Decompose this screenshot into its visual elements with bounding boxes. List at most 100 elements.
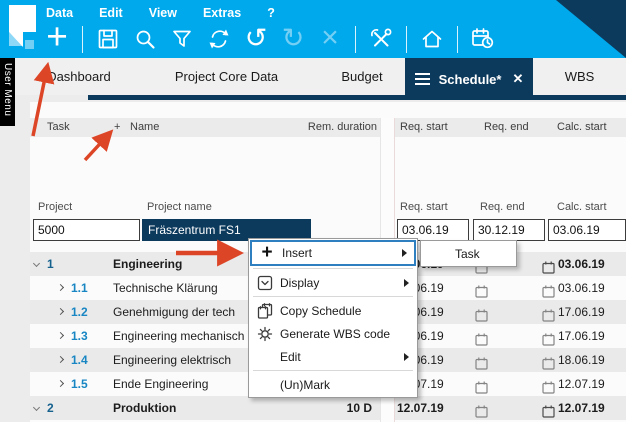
column-header-req-end[interactable]: Req. end xyxy=(484,118,529,137)
tab-project-core-data[interactable]: Project Core Data xyxy=(134,58,319,95)
task-name: Engineering elektrisch xyxy=(113,348,231,372)
tab-underline xyxy=(88,95,626,100)
menu-item-label: Insert xyxy=(282,246,312,260)
task-number: 1.1 xyxy=(71,276,88,300)
task-number: 2 xyxy=(47,396,54,420)
plus-icon: + xyxy=(252,245,282,261)
menu-item-display[interactable]: Display xyxy=(250,271,416,294)
submenu-arrow-icon xyxy=(402,249,407,257)
column-header-task[interactable]: Task xyxy=(47,118,70,137)
label-req-start: Req. start xyxy=(400,201,448,213)
combobox-icon xyxy=(250,275,280,291)
label-project: Project xyxy=(38,201,72,213)
tools-icon[interactable] xyxy=(366,22,396,56)
tab-schedule[interactable]: Schedule* ✕ xyxy=(405,58,533,100)
task-number: 1 xyxy=(47,252,54,276)
menu-item-label: Display xyxy=(280,276,319,290)
close-icon: × xyxy=(315,22,345,56)
task-calc-start: 12.07.19 xyxy=(558,396,605,420)
menu-item-copy-schedule[interactable]: Copy Schedule xyxy=(250,299,416,322)
tab-dashboard[interactable]: Dashboard xyxy=(24,58,134,95)
undo-icon[interactable]: ↺ xyxy=(241,22,271,56)
filter-icon[interactable] xyxy=(167,22,197,56)
toolbar-separator xyxy=(355,26,356,53)
project-calc-start-cell[interactable]: 03.06.19 xyxy=(548,219,626,241)
menu-item-label: Generate WBS code xyxy=(280,327,390,341)
insert-column-plus[interactable]: + xyxy=(114,118,120,137)
submenu-item-task[interactable]: Task xyxy=(455,247,480,261)
tab-label: Schedule* xyxy=(439,72,502,87)
task-calc-start: 17.06.19 xyxy=(558,324,605,348)
row-left-band xyxy=(30,396,380,420)
menu-item-label: Copy Schedule xyxy=(280,304,361,318)
calendar-icon[interactable] xyxy=(475,402,488,422)
column-header-name[interactable]: Name xyxy=(130,118,159,137)
hamburger-icon[interactable] xyxy=(415,70,430,88)
menu-item-edit[interactable]: Edit xyxy=(250,345,416,368)
corner-decoration xyxy=(556,0,626,58)
label-calc-start: Calc. start xyxy=(557,201,607,213)
task-number: 1.5 xyxy=(71,372,88,396)
task-calc-start: 18.06.19 xyxy=(558,348,605,372)
home-icon[interactable] xyxy=(417,22,447,56)
task-name: Produktion xyxy=(113,396,176,420)
application-window: DataEditViewExtras? +↺↻× DashboardProjec… xyxy=(0,0,626,422)
task-name: Ende Engineering xyxy=(113,372,208,396)
menu-separator xyxy=(253,296,413,297)
task-number: 1.3 xyxy=(71,324,88,348)
task-name: Technische Klärung xyxy=(113,276,218,300)
submenu-arrow-icon xyxy=(404,279,409,287)
task-calc-start: 17.06.19 xyxy=(558,300,605,324)
redo-icon: ↻ xyxy=(278,22,308,56)
task-number: 1.4 xyxy=(71,348,88,372)
column-header-rem-duration[interactable]: Rem. duration xyxy=(308,118,377,137)
task-number: 1.2 xyxy=(71,300,88,324)
tab-bar: Dashboard Project Core Data Budget Schedule… xyxy=(0,58,626,95)
add-icon[interactable]: + xyxy=(42,22,72,56)
tab-label: WBS xyxy=(565,69,595,84)
task-calc-start: 03.06.19 xyxy=(558,252,605,276)
toolbar-separator xyxy=(406,26,407,53)
label-req-end: Req. end xyxy=(480,201,525,213)
task-row-2[interactable]: 2 Produktion 10 D 12.07.19 12.07.19 xyxy=(30,396,626,420)
toolbar-separator xyxy=(457,26,458,53)
column-header-row: Task + Name Rem. duration Req. start Req… xyxy=(30,118,626,137)
context-menu: +Insert Display Copy Schedule Generate WBS … xyxy=(248,238,418,398)
gear-icon xyxy=(250,326,280,342)
task-name: Engineering mechanisch xyxy=(113,324,244,348)
refresh-icon[interactable] xyxy=(204,22,234,56)
calendar-clock-icon[interactable] xyxy=(468,22,498,56)
tab-wbs[interactable]: WBS xyxy=(533,58,626,95)
toolbar: + ↺↻× xyxy=(42,20,498,58)
label-project-name: Project name xyxy=(147,201,212,213)
menu-item-generate-wbs-code[interactable]: Generate WBS code xyxy=(250,322,416,345)
menu-separator xyxy=(253,268,413,269)
submenu-arrow-icon xyxy=(404,353,409,361)
menu-item-label: (Un)Mark xyxy=(280,378,330,392)
menu-item-insert[interactable]: +Insert xyxy=(250,240,416,266)
column-header-req-start[interactable]: Req. start xyxy=(400,118,448,137)
menu-item-label: Edit xyxy=(280,350,301,364)
column-header-calc-start[interactable]: Calc. start xyxy=(557,118,607,137)
save-icon[interactable] xyxy=(93,22,123,56)
task-calc-start: 12.07.19 xyxy=(558,372,605,396)
close-tab-icon[interactable]: ✕ xyxy=(512,71,523,87)
tab-label: Project Core Data xyxy=(175,69,278,84)
project-req-end-cell[interactable]: 30.12.19 xyxy=(473,219,545,241)
app-header: DataEditViewExtras? +↺↻× xyxy=(0,0,626,58)
menu-item-un-mark[interactable]: (Un)Mark xyxy=(250,373,416,396)
tab-label: Dashboard xyxy=(47,69,111,84)
app-logo xyxy=(1,2,41,58)
toolbar-separator xyxy=(82,26,83,53)
tab-label: Budget xyxy=(341,69,382,84)
project-id-cell[interactable]: 5000 xyxy=(33,219,140,241)
user-menu-strip[interactable]: User Menu xyxy=(0,58,15,126)
search-icon[interactable] xyxy=(130,22,160,56)
task-rem-duration: 10 D xyxy=(347,396,372,420)
task-req-start: 12.07.19 xyxy=(397,396,444,420)
menu-separator xyxy=(253,370,413,371)
tab-budget[interactable]: Budget xyxy=(319,58,405,95)
task-calc-start: 03.06.19 xyxy=(558,276,605,300)
context-submenu: Task xyxy=(420,240,517,267)
calendar-icon[interactable] xyxy=(542,402,555,422)
